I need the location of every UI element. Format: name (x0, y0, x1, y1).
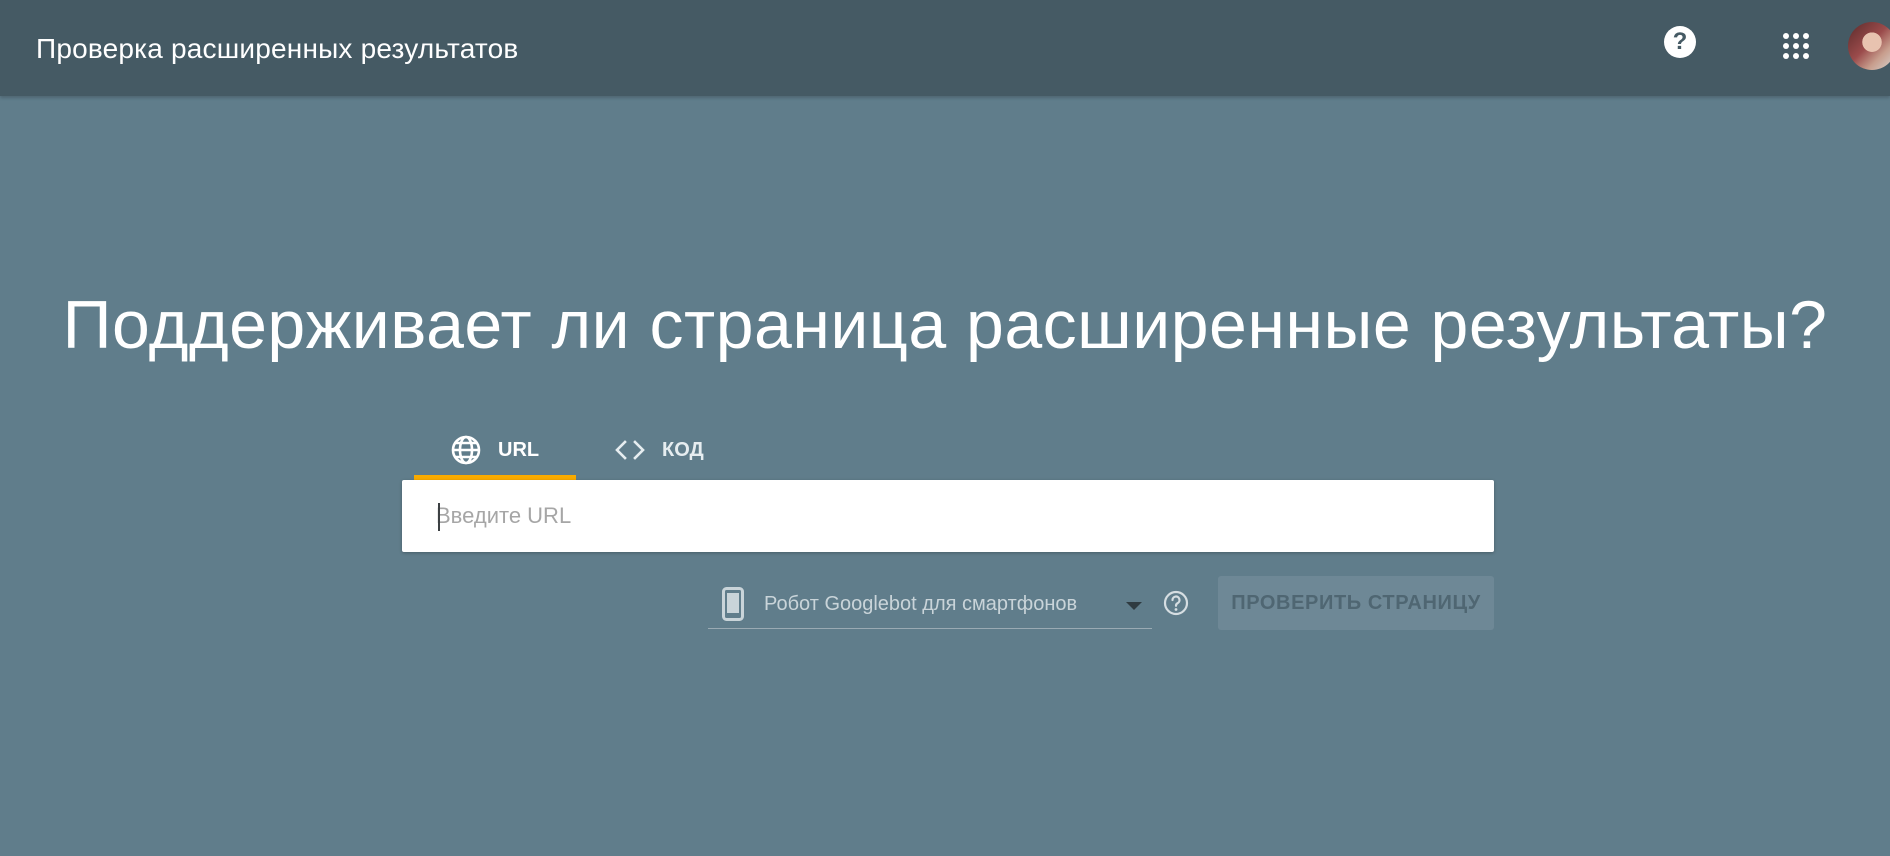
crawler-select-value: Робот Googlebot для смартфонов (764, 593, 1078, 615)
help-icon-crawler[interactable] (1163, 590, 1189, 616)
smartphone-icon (722, 587, 744, 621)
tab-code-label: КОД (662, 438, 704, 461)
tab-url-label: URL (498, 438, 540, 461)
avatar[interactable] (1848, 22, 1890, 70)
app-title: Проверка расширенных результатов (36, 33, 519, 64)
tab-code[interactable]: КОД (614, 420, 734, 480)
dropdown-arrow-icon (1126, 602, 1142, 610)
tab-url[interactable]: URL (414, 420, 576, 480)
globe-icon (451, 435, 481, 465)
text-caret (438, 503, 440, 531)
help-icon[interactable]: ? (1664, 26, 1696, 58)
url-input[interactable] (436, 480, 1466, 552)
check-page-button[interactable]: ПРОВЕРИТЬ СТРАНИЦУ (1218, 576, 1494, 630)
page-headline: Поддерживает ли страница расширенные рез… (62, 287, 1828, 363)
code-icon (615, 440, 645, 460)
url-input-container (402, 480, 1494, 552)
crawler-select[interactable]: Робот Googlebot для смартфонов (708, 576, 1152, 629)
top-app-bar: Проверка расширенных результатов ? (0, 0, 1890, 96)
apps-grid-icon[interactable] (1782, 32, 1810, 60)
